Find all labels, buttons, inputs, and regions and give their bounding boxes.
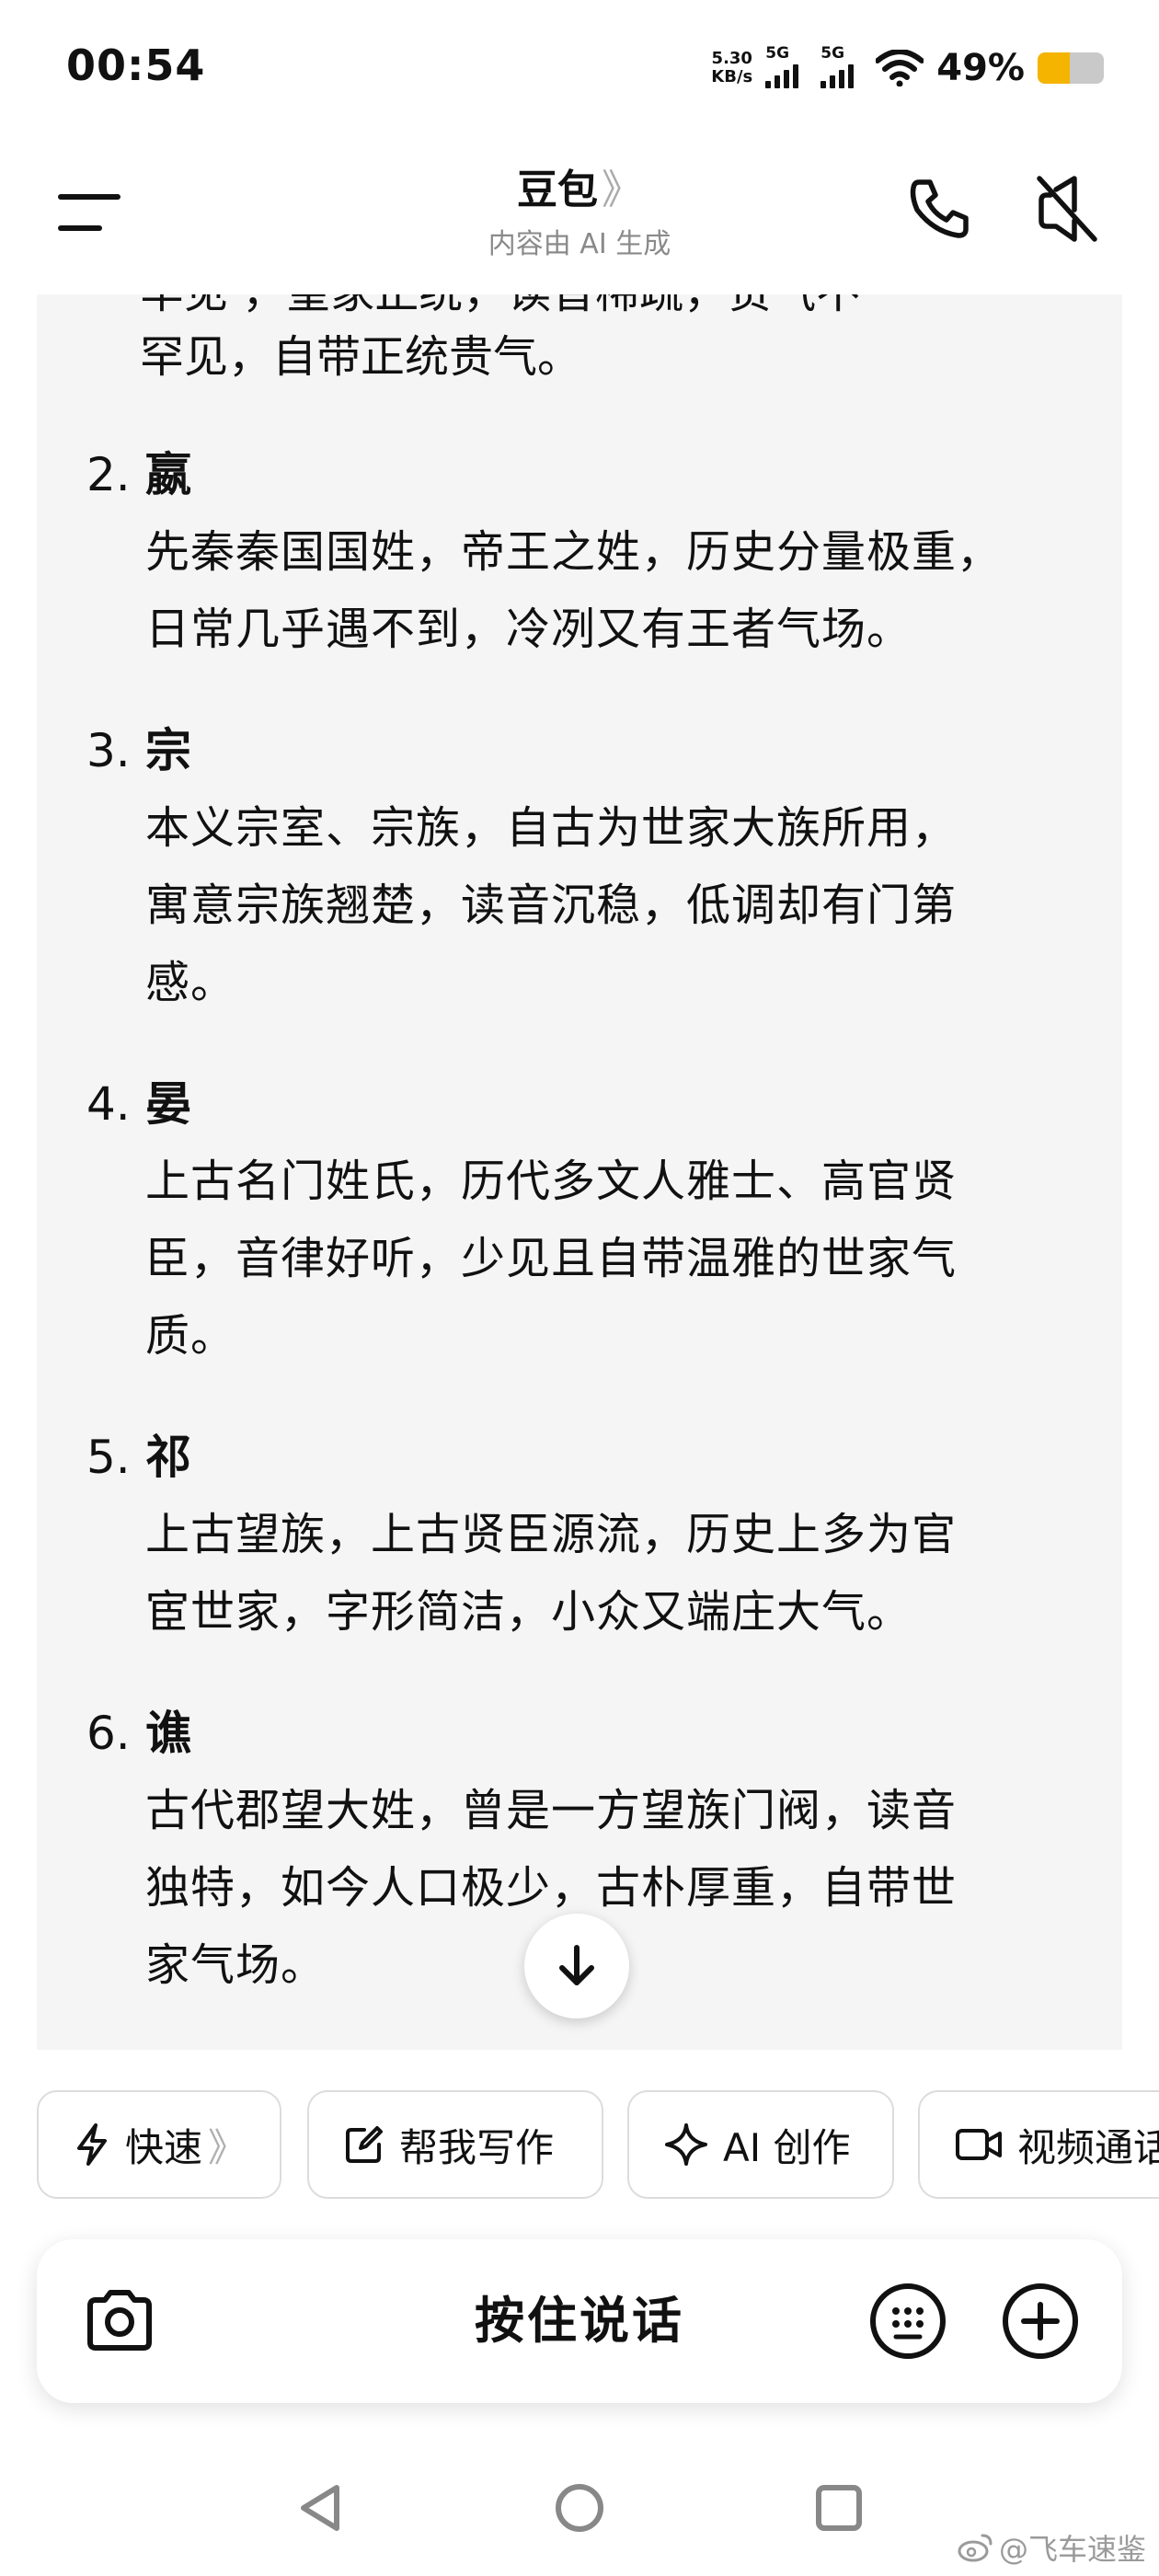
edit-icon: [346, 2126, 383, 2163]
battery-icon: [1038, 52, 1104, 84]
ai-generated-notice: 内容由 AI 生成: [488, 228, 671, 260]
entry-number: 6.: [86, 1707, 131, 1760]
entry-desc-line: 寓意宗族翘楚，读音沉稳，低调却有门第: [145, 880, 958, 931]
entry-desc-line: 独特，如今人口极少，古朴厚重，自带世: [145, 1862, 958, 1914]
recent-apps-icon[interactable]: [811, 2480, 866, 2536]
entry-description: 上古望族，上古贤臣源流，历史上多为官 宦世家，字形简洁，小众又端庄大气。: [145, 1496, 1084, 1650]
battery-fill: [1038, 52, 1071, 84]
entry-number: 2.: [86, 448, 131, 501]
partial-text-line-cut: 罕见·，皇家正统，读音稀疏，贵气不: [140, 294, 860, 320]
entry-desc-line: 上古望族，上古贤臣源流，历史上多为官: [145, 1509, 958, 1560]
entry-desc-line: 本义宗室、宗族，自古为世家大族所用，: [145, 802, 958, 854]
network-speed: 5.30 KB/s: [711, 50, 752, 86]
sparkle-icon: [665, 2123, 707, 2166]
entry-surname: 谯: [145, 1707, 191, 1760]
plus-icon[interactable]: [1001, 2282, 1080, 2361]
chat-title-text: 豆包: [517, 167, 598, 213]
entry-heading: 6. 谯: [86, 1695, 1098, 1772]
ai-create-label: AI 创作: [723, 2124, 851, 2170]
entry-description: 先秦秦国国姓，帝王之姓，历史分量极重， 日常几乎遇不到，冷冽又有王者气场。: [145, 513, 1084, 668]
emoji-keyboard-icon[interactable]: [868, 2282, 947, 2361]
entry-surname: 祁: [145, 1431, 191, 1484]
quick-actions-row[interactable]: 快速 》 帮我写作 AI 创作 视频通话: [37, 2090, 1159, 2202]
network-speed-unit: KB/s: [711, 67, 753, 86]
chevron-right-icon: 》: [208, 2124, 247, 2170]
entry-number: 3.: [86, 724, 131, 777]
weibo-logo-icon: [958, 2534, 993, 2562]
entry-desc-line: 感。: [145, 957, 236, 1008]
chat-title-block[interactable]: 豆包》 内容由 AI 生成: [0, 156, 1159, 261]
surname-entry: 2. 嬴 先秦秦国国姓，帝王之姓，历史分量极重， 日常几乎遇不到，冷冽又有王者气…: [86, 436, 1098, 668]
camera-icon[interactable]: [81, 2282, 158, 2359]
entry-heading: 2. 嬴: [86, 436, 1098, 513]
watermark-text: @飞车速鉴: [998, 2532, 1146, 2567]
entry-heading: 3. 宗: [86, 712, 1098, 789]
help-me-write-label: 帮我写作: [399, 2124, 555, 2170]
surname-entry: 5. 祁 上古望族，上古贤臣源流，历史上多为官 宦世家，字形简洁，小众又端庄大气…: [86, 1419, 1098, 1650]
phone-icon[interactable]: [906, 175, 974, 243]
entry-description: 上古名门姓氏，历代多文人雅士、高官贤 臣，音律好听，少见且自带温雅的世家气 质。: [145, 1143, 1084, 1374]
system-navigation-bar: @飞车速鉴: [0, 2447, 1159, 2576]
entry-desc-line: 宦世家，字形简洁，小众又端庄大气。: [145, 1586, 912, 1638]
video-call-chip[interactable]: 视频通话: [918, 2090, 1159, 2199]
lightning-icon: [77, 2123, 107, 2166]
entry-heading: 4. 晏: [86, 1065, 1098, 1143]
surname-entry: 3. 宗 本义宗室、宗族，自古为世家大族所用， 寓意宗族翘楚，读音沉稳，低调却有…: [86, 712, 1098, 1021]
help-me-write-chip[interactable]: 帮我写作: [307, 2090, 603, 2199]
entry-number: 5.: [86, 1431, 131, 1484]
entry-surname: 嬴: [145, 448, 191, 501]
entry-desc-line: 日常几乎遇不到，冷冽又有王者气场。: [145, 604, 912, 655]
entry-surname: 宗: [145, 724, 191, 777]
chat-title[interactable]: 豆包》: [0, 156, 1159, 215]
sim1-signal-icon: 5G: [765, 44, 808, 88]
quick-mode-chip[interactable]: 快速 》: [37, 2090, 281, 2199]
entry-surname: 晏: [145, 1077, 191, 1131]
back-icon[interactable]: [293, 2480, 348, 2536]
chat-header: 豆包》 内容由 AI 生成: [0, 138, 1159, 294]
status-bar: 00:54 5.30 KB/s 5G 5G 49%: [0, 0, 1159, 138]
home-icon[interactable]: [552, 2480, 607, 2536]
video-icon: [956, 2129, 1002, 2160]
watermark: @飞车速鉴: [957, 2526, 1146, 2569]
sim2-signal-icon: 5G: [820, 44, 863, 88]
network-speed-value: 5.30: [711, 49, 752, 68]
hold-to-talk-button[interactable]: 按住说话: [276, 2239, 883, 2403]
sim1-type: 5G: [765, 44, 790, 63]
battery-percent: 49%: [936, 47, 1025, 89]
partial-text-line: 罕见，自带正统贵气。: [140, 331, 582, 383]
scroll-to-bottom-button[interactable]: [524, 1914, 629, 2018]
entry-desc-line: 古代郡望大姓，曾是一方望族门阀，读音: [145, 1785, 958, 1836]
entry-number: 4.: [86, 1077, 131, 1131]
video-call-label: 视频通话: [1017, 2124, 1159, 2170]
message-area[interactable]: 罕见·，皇家正统，读音稀疏，贵气不 罕见，自带正统贵气。 2. 嬴 先秦秦国国姓…: [37, 294, 1122, 2050]
chevron-right-icon: 》: [602, 167, 642, 213]
quick-mode-label: 快速: [125, 2124, 203, 2170]
surname-entry: 4. 晏 上古名门姓氏，历代多文人雅士、高官贤 臣，音律好听，少见且自带温雅的世…: [86, 1065, 1098, 1374]
wifi-icon: [876, 50, 924, 86]
entry-desc-line: 臣，音律好听，少见且自带温雅的世家气: [145, 1233, 958, 1284]
entry-desc-line: 上古名门姓氏，历代多文人雅士、高官贤: [145, 1156, 958, 1207]
speaker-mute-icon[interactable]: [1034, 173, 1102, 245]
input-bar: 按住说话: [37, 2239, 1122, 2403]
status-indicators: 5.30 KB/s 5G 5G 49%: [711, 40, 1104, 96]
ai-create-chip[interactable]: AI 创作: [627, 2090, 894, 2199]
entry-description: 本义宗室、宗族，自古为世家大族所用， 寓意宗族翘楚，读音沉稳，低调却有门第 感。: [145, 789, 1084, 1021]
status-time: 00:54: [66, 40, 206, 90]
arrow-down-icon: [559, 1945, 594, 1985]
sim2-type: 5G: [820, 44, 845, 63]
entry-desc-line: 先秦秦国国姓，帝王之姓，历史分量极重，: [145, 526, 1003, 578]
entry-heading: 5. 祁: [86, 1419, 1098, 1496]
entry-desc-line: 质。: [145, 1310, 236, 1362]
